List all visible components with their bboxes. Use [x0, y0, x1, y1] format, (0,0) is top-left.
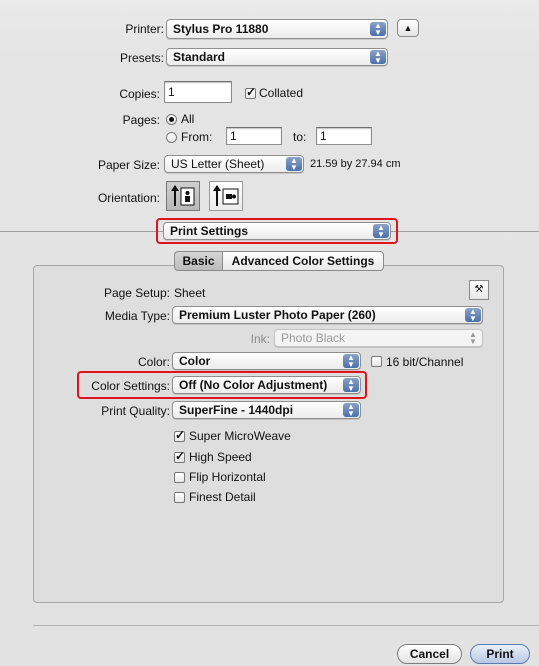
bottom-divider	[33, 625, 539, 626]
pages-all-radio[interactable]	[166, 114, 177, 125]
presets-popup-value: Standard	[173, 50, 226, 64]
paper-size-dims: 21.59 by 27.94 cm	[310, 158, 401, 170]
pages-from-field[interactable]: 1	[226, 127, 282, 145]
presets-label: Presets:	[119, 51, 164, 65]
paper-size-popup-value: US Letter (Sheet)	[171, 157, 265, 171]
paper-size-label: Paper Size:	[97, 158, 160, 172]
16-bit-label: 16 bit/Channel	[386, 355, 464, 369]
tab-advanced-color-settings[interactable]: Advanced Color Settings	[222, 251, 384, 271]
cancel-button[interactable]: Cancel	[397, 644, 462, 664]
super-microweave-label: Super MicroWeave	[189, 429, 291, 443]
print-quality-label: Print Quality:	[101, 404, 170, 418]
portrait-orientation-button[interactable]	[166, 181, 200, 211]
popup-arrows-icon: ▲ ▼	[343, 354, 359, 369]
flip-horizontal-label: Flip Horizontal	[189, 470, 266, 484]
color-popup[interactable]: Color ▲ ▼	[172, 352, 361, 370]
finest-detail-label: Finest Detail	[189, 490, 256, 504]
pages-all-label: All	[181, 112, 195, 126]
tools-button[interactable]: ⚒	[469, 280, 489, 300]
page-setup-label: Page Setup:	[103, 286, 170, 300]
pages-label: Pages:	[122, 113, 160, 127]
copies-label: Copies:	[119, 87, 160, 101]
media-type-popup[interactable]: Premium Luster Photo Paper (260) ▲ ▼	[172, 306, 483, 324]
high-speed-checkbox[interactable]	[174, 449, 185, 463]
pages-from-label: From:	[181, 130, 213, 144]
print-button[interactable]: Print	[470, 644, 530, 664]
collated-checkbox[interactable]	[245, 85, 256, 99]
media-type-popup-value: Premium Luster Photo Paper (260)	[179, 308, 376, 322]
paper-size-popup[interactable]: US Letter (Sheet) ▲ ▼	[164, 155, 304, 173]
flip-horizontal-checkbox[interactable]	[174, 472, 185, 483]
ink-popup: Photo Black ▲ ▼	[274, 329, 483, 347]
printer-popup-value: Stylus Pro 11880	[173, 22, 269, 36]
triangle-up-icon: ▲	[403, 23, 413, 33]
print-settings-highlight	[156, 218, 398, 244]
landscape-orientation-button[interactable]	[209, 181, 243, 211]
pages-to-label: to:	[293, 130, 307, 144]
pages-from-radio[interactable]	[166, 132, 177, 143]
color-label: Color:	[137, 355, 170, 369]
collated-label: Collated	[259, 86, 304, 100]
landscape-icon	[213, 185, 239, 206]
popup-arrows-icon: ▲ ▼	[286, 157, 302, 172]
print-quality-popup-value: SuperFine - 1440dpi	[179, 403, 294, 417]
disclosure-triangle-button[interactable]: ▲	[397, 19, 419, 37]
presets-popup[interactable]: Standard ▲ ▼	[166, 48, 388, 66]
finest-detail-checkbox[interactable]	[174, 492, 185, 503]
portrait-icon	[171, 185, 195, 206]
orientation-label: Orientation:	[97, 191, 160, 205]
super-microweave-checkbox[interactable]	[174, 428, 185, 442]
popup-arrows-icon: ▲ ▼	[370, 22, 386, 37]
copies-field[interactable]: 1	[164, 81, 232, 103]
high-speed-label: High Speed	[189, 450, 252, 464]
popup-arrows-icon: ▲ ▼	[370, 50, 386, 65]
color-settings-highlight	[77, 371, 367, 399]
pages-to-field[interactable]: 1	[316, 127, 372, 145]
tab-basic[interactable]: Basic	[174, 251, 223, 271]
page-setup-value: Sheet	[174, 286, 206, 300]
ink-popup-value: Photo Black	[281, 331, 346, 345]
print-quality-popup[interactable]: SuperFine - 1440dpi ▲ ▼	[172, 401, 361, 419]
printer-label: Printer:	[125, 22, 164, 36]
ink-label: Ink:	[250, 332, 270, 346]
popup-arrows-icon: ▲ ▼	[465, 308, 481, 323]
media-type-label: Media Type:	[104, 309, 170, 323]
printer-popup[interactable]: Stylus Pro 11880 ▲ ▼	[166, 19, 388, 39]
popup-arrows-icon: ▲ ▼	[343, 403, 359, 418]
16-bit-checkbox[interactable]	[371, 356, 382, 367]
popup-arrows-icon: ▲ ▼	[469, 330, 477, 346]
tools-icon: ⚒	[474, 284, 484, 295]
color-popup-value: Color	[179, 354, 211, 368]
